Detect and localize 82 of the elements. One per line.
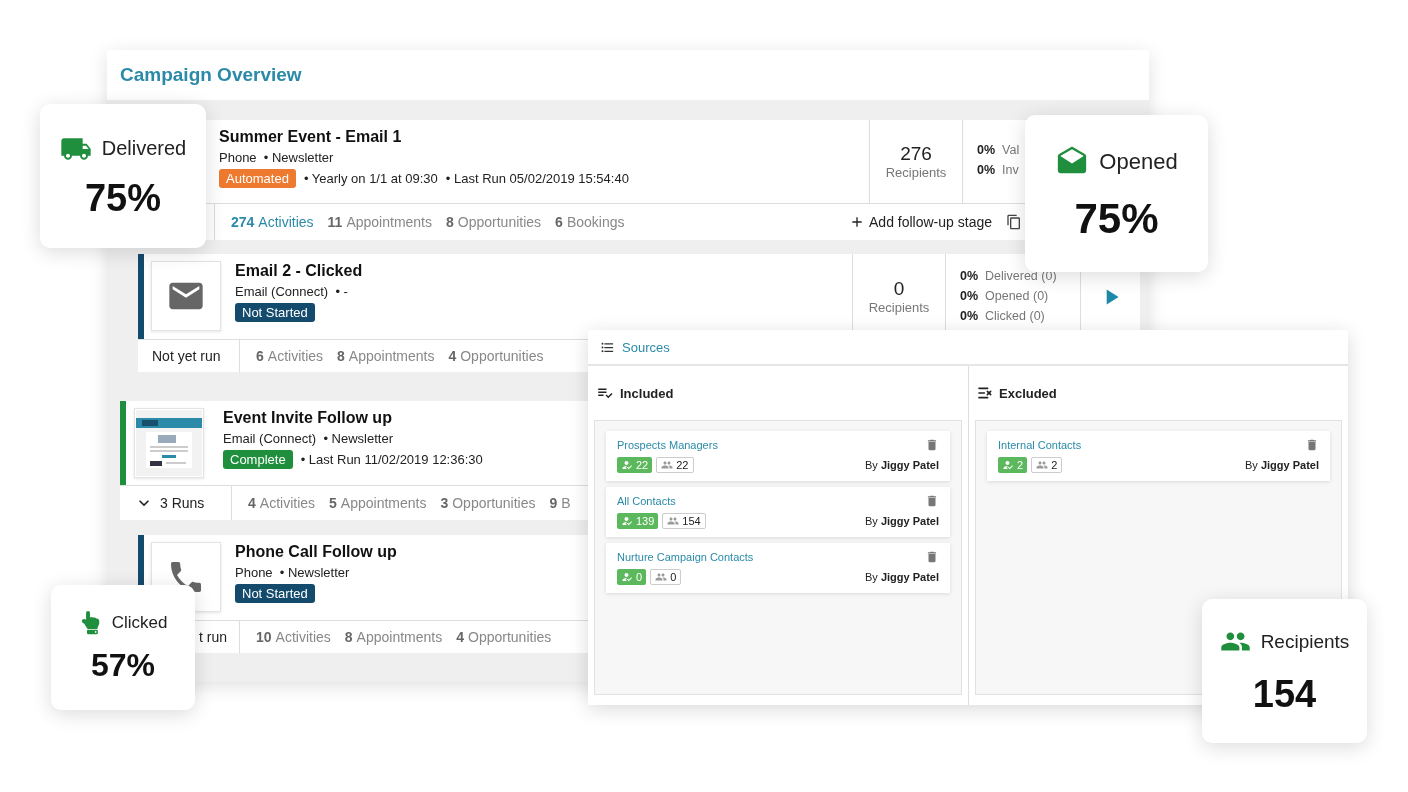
valid-count-tag: 0 — [617, 569, 647, 585]
runs-toggle[interactable]: 3 Runs — [160, 495, 205, 511]
valid-count-tag: 2 — [998, 457, 1028, 473]
valid-count-tag: 22 — [617, 457, 653, 473]
count-link[interactable]: 274 Activities — [231, 214, 314, 230]
total-count-tag: 154 — [662, 513, 706, 529]
stat-line: 0% Val — [977, 142, 1020, 158]
recipients-count: 276 — [900, 143, 932, 165]
stage-title: Email 2 - Clicked — [235, 262, 363, 280]
metric-value: 57% — [90, 646, 155, 684]
run-status: t run — [199, 629, 227, 645]
column-heading: Included — [620, 385, 674, 401]
status-badge: Not Started — [235, 584, 315, 603]
metric-label: Opened — [1099, 148, 1178, 175]
metric-label: Clicked — [111, 613, 168, 633]
recipients-label: Recipients — [885, 165, 947, 180]
people-icon — [667, 515, 680, 527]
trash-icon[interactable] — [925, 550, 939, 564]
recipients-count: 0 — [893, 278, 905, 300]
metric-label: Delivered — [101, 137, 187, 160]
metric-value: 154 — [1252, 673, 1317, 716]
person-check-icon — [621, 459, 633, 471]
count-link[interactable]: 8 Appointments — [344, 629, 443, 645]
column-heading: Excluded — [999, 385, 1057, 401]
stage-title: Summer Event - Email 1 — [219, 128, 402, 146]
count-link[interactable]: 4 Activities — [248, 495, 316, 511]
recipients-label: Recipients — [868, 300, 930, 315]
count-link[interactable]: 8 Opportunities — [446, 214, 542, 230]
source-name-link[interactable]: All Contacts — [617, 495, 676, 507]
status-badge: Complete — [223, 450, 293, 469]
source-name-link[interactable]: Nurture Campaign Contacts — [617, 551, 754, 563]
owner-text: By Jiggy Patel — [1245, 459, 1319, 471]
panel-title: Campaign Overview — [120, 64, 302, 86]
count-link[interactable]: 5 Appointments — [329, 495, 427, 511]
sources-tab[interactable]: Sources — [600, 339, 670, 355]
stage-meta: Phone • Newsletter — [235, 565, 350, 580]
schedule-text: • Last Run 05/02/2019 15:54:40 — [445, 171, 629, 186]
owner-text: By Jiggy Patel — [865, 515, 939, 527]
owner-text: By Jiggy Patel — [865, 571, 939, 583]
stat-line: 0% Clicked (0) — [960, 308, 1045, 324]
person-check-icon — [621, 571, 633, 583]
status-badge: Not Started — [235, 303, 315, 322]
count-link[interactable]: 11 Appointments — [327, 214, 432, 230]
stage-meta: Phone • Newsletter — [219, 150, 334, 165]
total-count-tag: 2 — [1031, 457, 1063, 473]
count-link[interactable]: 9 B — [549, 495, 571, 511]
run-status: Not yet run — [152, 348, 221, 364]
count-link[interactable]: 8 Appointments — [337, 348, 435, 364]
count-link[interactable]: 6 Bookings — [555, 214, 625, 230]
stat-line: 0% Inv — [977, 162, 1019, 178]
count-link[interactable]: 4 Opportunities — [456, 629, 552, 645]
trash-icon[interactable] — [925, 438, 939, 452]
total-count-tag: 22 — [656, 457, 694, 473]
valid-count-tag: 139 — [617, 513, 659, 529]
source-name-link[interactable]: Internal Contacts — [998, 439, 1082, 451]
stage-meta: Email (Connect) • - — [235, 284, 348, 299]
people-icon — [1036, 459, 1049, 471]
count-link[interactable]: 10 Activities — [256, 629, 331, 645]
count-link[interactable]: 3 Opportunities — [440, 495, 536, 511]
person-check-icon — [621, 515, 633, 527]
person-check-icon — [1002, 459, 1014, 471]
stat-line: 0% Opened (0) — [960, 288, 1049, 304]
people-icon — [655, 571, 668, 583]
stage-title: Phone Call Follow up — [235, 543, 397, 561]
people-icon — [661, 459, 674, 471]
total-count-tag: 0 — [650, 569, 682, 585]
copy-icon[interactable] — [1006, 214, 1022, 230]
schedule-text: • Last Run 11/02/2019 12:36:30 — [300, 452, 483, 467]
stage-title: Event Invite Follow up — [223, 409, 392, 427]
source-name-link[interactable]: Prospects Managers — [617, 439, 718, 451]
add-follow-up-button[interactable]: Add follow-up stage — [841, 214, 1000, 230]
metric-value: 75% — [1074, 194, 1159, 243]
stage-meta: Email (Connect) • Newsletter — [223, 431, 393, 446]
count-link[interactable]: 6 Activities — [256, 348, 324, 364]
metric-label: Recipients — [1260, 630, 1350, 653]
trash-icon[interactable] — [925, 494, 939, 508]
status-badge: Automated — [219, 169, 296, 188]
schedule-text: • Yearly on 1/1 at 09:30 — [303, 171, 438, 186]
count-link[interactable]: 4 Opportunities — [448, 348, 544, 364]
owner-text: By Jiggy Patel — [865, 459, 939, 471]
metric-value: 75% — [84, 176, 162, 220]
trash-icon[interactable] — [1305, 438, 1319, 452]
